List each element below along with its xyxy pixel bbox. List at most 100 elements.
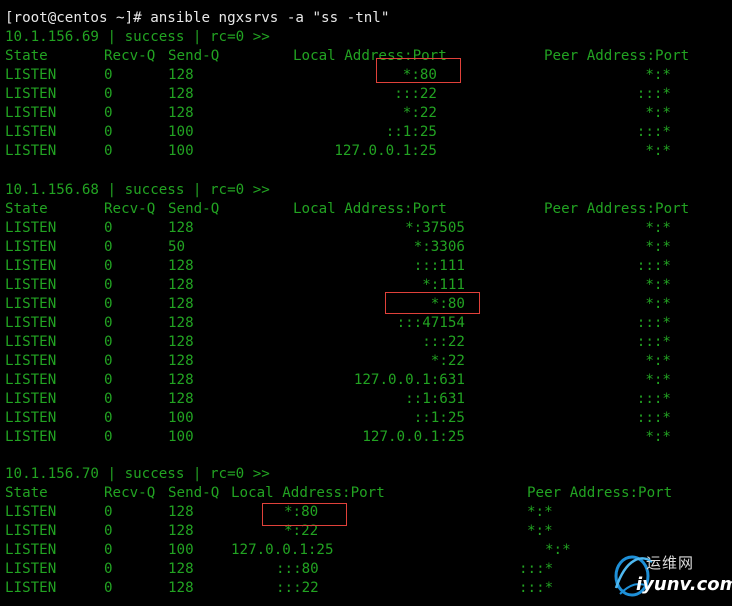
command-line: [root@centos ~]# ansible ngxsrvs -a "ss … bbox=[5, 10, 390, 26]
col-peer-address: Peer Address:Port bbox=[544, 48, 690, 64]
col-recvq: Recv-Q bbox=[104, 485, 156, 501]
host-result-header: 10.1.156.70 | success | rc=0 >> bbox=[5, 466, 270, 482]
socket-row: LISTEN 0 128 *:22 *:* bbox=[0, 104, 732, 123]
socket-state: LISTEN bbox=[5, 143, 57, 159]
socket-recvq: 0 bbox=[104, 67, 113, 83]
socket-row: LISTEN 0 100 127.0.0.1:25 *:* bbox=[0, 428, 732, 447]
socket-peer-address: *:* bbox=[645, 220, 671, 236]
socket-recvq: 0 bbox=[104, 220, 113, 236]
socket-row: LISTEN 0 128 *:80 *:* bbox=[0, 66, 732, 85]
socket-local-address: *:80 bbox=[402, 67, 437, 83]
socket-peer-address: *:* bbox=[645, 67, 671, 83]
terminal-window[interactable]: [root@centos ~]# ansible ngxsrvs -a "ss … bbox=[0, 0, 732, 606]
socket-peer-address: *:* bbox=[645, 353, 671, 369]
col-local-address: Local Address:Port bbox=[293, 48, 447, 64]
socket-recvq: 0 bbox=[104, 410, 113, 426]
socket-row: LISTEN 0 128:::111:::* bbox=[0, 257, 732, 276]
col-state: State bbox=[5, 48, 48, 64]
socket-sendq: 128 bbox=[168, 86, 194, 102]
socket-sendq: 128 bbox=[168, 277, 194, 293]
socket-state: LISTEN bbox=[5, 105, 57, 121]
socket-row: LISTEN 0 100 127.0.0.1:25 *:* bbox=[0, 142, 732, 161]
socket-local-address: *:37505 bbox=[405, 220, 465, 236]
socket-sendq: 128 bbox=[168, 67, 194, 83]
socket-state: LISTEN bbox=[5, 124, 57, 140]
socket-sendq: 128 bbox=[168, 315, 194, 331]
socket-peer-address: :::* bbox=[636, 258, 671, 274]
socket-recvq: 0 bbox=[104, 561, 113, 577]
socket-state: LISTEN bbox=[5, 353, 57, 369]
socket-row: LISTEN 0 128 *:80 *:* bbox=[0, 295, 732, 314]
column-header-row: State Recv-Q Send-Q Local Address:Port Peer … bbox=[0, 200, 732, 219]
socket-recvq: 0 bbox=[104, 315, 113, 331]
socket-peer-address: *:* bbox=[645, 296, 671, 312]
socket-local-address: :::22 bbox=[422, 334, 465, 350]
socket-row: LISTEN 0 100::1:25:::* bbox=[0, 123, 732, 142]
col-recvq: Recv-Q bbox=[104, 48, 156, 64]
socket-local-address: 127.0.0.1:25 bbox=[231, 542, 334, 558]
socket-row: LISTEN 0 128 127.0.0.1:631 *:* bbox=[0, 371, 732, 390]
column-header-row: State Recv-Q Send-Q Local Address:Port Peer … bbox=[0, 47, 732, 66]
socket-local-address: :::47154 bbox=[396, 315, 465, 331]
column-header-row: State Recv-Q Send-Q Local Address:Port Peer … bbox=[0, 484, 732, 503]
socket-recvq: 0 bbox=[104, 143, 113, 159]
socket-state: LISTEN bbox=[5, 67, 57, 83]
socket-local-address: ::1:631 bbox=[405, 391, 465, 407]
socket-local-address: :::22 bbox=[276, 580, 319, 596]
socket-state: LISTEN bbox=[5, 258, 57, 274]
socket-row: LISTEN 0 128 *:22 *:* bbox=[0, 352, 732, 371]
socket-recvq: 0 bbox=[104, 277, 113, 293]
socket-state: LISTEN bbox=[5, 220, 57, 236]
watermark-url: iyunv.com bbox=[636, 574, 732, 595]
socket-peer-address: *:* bbox=[645, 105, 671, 121]
socket-recvq: 0 bbox=[104, 258, 113, 274]
socket-sendq: 50 bbox=[168, 239, 186, 255]
col-state: State bbox=[5, 201, 48, 217]
socket-recvq: 0 bbox=[104, 429, 113, 445]
socket-row: LISTEN 0 128 *:80 *:* bbox=[0, 503, 732, 522]
socket-peer-address: *:* bbox=[527, 523, 553, 539]
socket-row: LISTEN 0 128 *:37505 *:* bbox=[0, 219, 732, 238]
socket-sendq: 128 bbox=[168, 353, 194, 369]
socket-recvq: 0 bbox=[104, 353, 113, 369]
socket-recvq: 0 bbox=[104, 542, 113, 558]
socket-row: LISTEN 0 128:::47154:::* bbox=[0, 314, 732, 333]
socket-recvq: 0 bbox=[104, 105, 113, 121]
socket-state: LISTEN bbox=[5, 315, 57, 331]
socket-peer-address: :::* bbox=[519, 561, 554, 577]
socket-recvq: 0 bbox=[104, 504, 113, 520]
col-state: State bbox=[5, 485, 48, 501]
socket-recvq: 0 bbox=[104, 124, 113, 140]
socket-state: LISTEN bbox=[5, 372, 57, 388]
socket-recvq: 0 bbox=[104, 86, 113, 102]
socket-local-address: *:22 bbox=[402, 105, 437, 121]
socket-state: LISTEN bbox=[5, 86, 57, 102]
socket-local-address: *:22 bbox=[430, 353, 465, 369]
socket-peer-address: *:* bbox=[645, 372, 671, 388]
col-local-address: Local Address:Port bbox=[231, 485, 385, 501]
socket-recvq: 0 bbox=[104, 334, 113, 350]
socket-state: LISTEN bbox=[5, 277, 57, 293]
socket-local-address: 127.0.0.1:25 bbox=[362, 429, 465, 445]
watermark-chinese-text: 运维网 bbox=[646, 554, 695, 572]
socket-local-address: *:80 bbox=[430, 296, 465, 312]
socket-local-address: :::22 bbox=[394, 86, 437, 102]
socket-state: LISTEN bbox=[5, 391, 57, 407]
socket-local-address: ::1:25 bbox=[413, 410, 465, 426]
socket-peer-address: :::* bbox=[636, 410, 671, 426]
socket-recvq: 0 bbox=[104, 372, 113, 388]
socket-state: LISTEN bbox=[5, 296, 57, 312]
socket-sendq: 128 bbox=[168, 296, 194, 312]
socket-recvq: 0 bbox=[104, 391, 113, 407]
socket-row: LISTEN 0 128::1:631:::* bbox=[0, 390, 732, 409]
socket-local-address: :::111 bbox=[413, 258, 465, 274]
host-result-header: 10.1.156.68 | success | rc=0 >> bbox=[5, 182, 270, 198]
socket-row: LISTEN 0 50 *:3306 *:* bbox=[0, 238, 732, 257]
socket-peer-address: :::* bbox=[636, 124, 671, 140]
socket-local-address: *:22 bbox=[284, 523, 319, 539]
socket-local-address: *:80 bbox=[284, 504, 319, 520]
host-result-header: 10.1.156.69 | success | rc=0 >> bbox=[5, 29, 270, 45]
col-sendq: Send-Q bbox=[168, 48, 220, 64]
socket-state: LISTEN bbox=[5, 523, 57, 539]
socket-state: LISTEN bbox=[5, 504, 57, 520]
